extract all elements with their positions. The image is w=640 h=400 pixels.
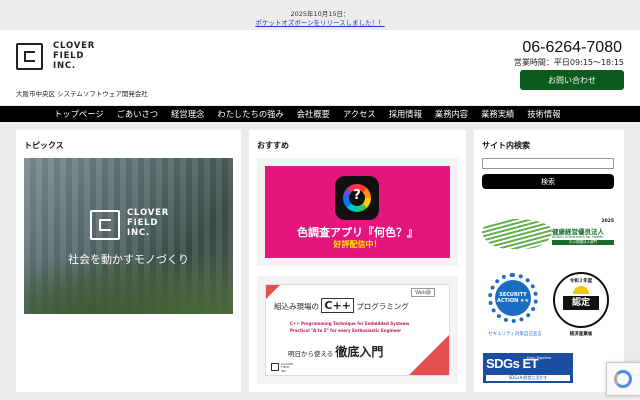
nav-item-strengths[interactable]: わたしたちの強み: [217, 108, 283, 120]
contact-button[interactable]: お問い合わせ: [520, 70, 624, 90]
hero-logo-text: CLOVER FIELD INC.: [127, 208, 169, 238]
banner2-logo-icon: [271, 363, 279, 371]
color-app-icon: ?: [335, 176, 379, 220]
hero-logo-line: INC.: [127, 228, 150, 238]
health-management-badge[interactable]: 2025 健康経営優良法人 KENKO Investment for Healt…: [482, 215, 616, 253]
logo-mark-icon: [16, 43, 43, 70]
logo-line: INC.: [53, 61, 76, 71]
certification-label: 経済産業省: [569, 332, 593, 337]
recommend-title: おすすめ: [257, 141, 289, 150]
security-label: セキュリティ対策自己宣言: [488, 332, 542, 337]
logo-text: CLOVER FIELD INC.: [53, 41, 95, 71]
phone-number[interactable]: 06-6264-7080: [522, 39, 622, 57]
sdgs-small-text: Each-Together: [527, 356, 552, 360]
security-action-badge[interactable]: SECURITY ACTION ★★: [485, 270, 543, 328]
color-app-banner[interactable]: ? 色調査アプリ『何色？』 好評配信中！: [265, 166, 450, 258]
nav-item-greeting[interactable]: ごあいさつ: [117, 108, 159, 120]
nav-item-company[interactable]: 会社概要: [297, 108, 330, 120]
headline-post: プログラミング: [356, 302, 409, 311]
health-year: 2025: [601, 219, 614, 224]
health-wave-logo: [482, 219, 552, 249]
nav-item-top[interactable]: トップページ: [54, 108, 104, 120]
web-tag: Web版: [411, 288, 435, 297]
search-button[interactable]: 検索: [482, 174, 614, 189]
announcement-bar: 2025年10月15日： ポケットオズボーンをリリースしました！！: [0, 0, 640, 30]
topics-hero-image[interactable]: CLOVER FIELD INC. 社会を動かすモノづくり: [24, 158, 233, 314]
banner2-english-2: Practical "A to Z" for every Enthusiasti…: [290, 328, 402, 333]
hero-caption: 社会を動かすモノづくり: [68, 253, 189, 266]
main-nav: トップページ ごあいさつ 経営理念 わたしたちの強み 会社概要 アクセス 採用情…: [0, 106, 640, 122]
sdgs-subtitle: SDGsを経営に活かす: [486, 375, 570, 381]
headline-pre: 組込み現場の: [274, 302, 319, 311]
tagline: 大阪市中央区 システムソフトウェア開発会社: [16, 90, 148, 98]
corner-stripe: [409, 335, 449, 375]
certification-mark: 認定: [563, 296, 599, 310]
nav-item-business[interactable]: 業務内容: [435, 108, 468, 120]
banner2-subline: 明日から使える 徹底入門: [288, 343, 383, 360]
cpp-course-banner[interactable]: Web版 組込み現場の C++ プログラミング C++ Programming …: [265, 284, 450, 376]
site-search-input[interactable]: [482, 158, 614, 169]
certification-year: 令和２年度: [569, 279, 593, 284]
nav-item-access[interactable]: アクセス: [343, 108, 376, 120]
health-english: KENKO Investment for Health: [552, 235, 604, 239]
hero-logo-icon: [90, 210, 120, 240]
banner2-logo-text: CLOVER FIELD INC.: [281, 362, 293, 373]
business-hours: 営業時間：平日09:15〜18:15: [513, 58, 624, 67]
sdgs-et-badge[interactable]: SDGs ET Each-Together SDGsを経営に活かす: [483, 353, 573, 383]
hero-logo-line: CLOVER: [127, 208, 170, 218]
certification-badge[interactable]: 令和２年度 認定: [553, 272, 609, 328]
announcement-link[interactable]: ポケットオズボーンをリリースしました！！: [255, 19, 384, 27]
logo-line: FIELD: [53, 51, 85, 61]
site-header: CLOVER FIELD INC. 大阪市中央区 システムソフトウェア開発会社 …: [0, 30, 640, 105]
nav-item-achievements[interactable]: 業務実績: [481, 108, 514, 120]
logo-line: CLOVER: [53, 41, 96, 51]
announcement-date: 2025年10月15日：: [290, 10, 350, 18]
security-action-text: SECURITY ACTION ★★: [495, 280, 531, 316]
nav-item-recruit[interactable]: 採用情報: [389, 108, 422, 120]
recaptcha-icon: [614, 370, 632, 388]
headline-cpp: C++: [321, 298, 354, 313]
site-search-title: サイト内検索: [482, 141, 530, 150]
banner1-title: 色調査アプリ『何色？』: [297, 226, 418, 239]
b2-logo-line: INC.: [281, 368, 288, 373]
sun-icon: [573, 286, 589, 294]
subline-pre: 明日から使える: [288, 350, 334, 358]
hero-logo-line: FIELD: [127, 218, 159, 228]
banner1-subtitle: 好評配信中！: [333, 240, 382, 249]
topics-title: トピックス: [24, 141, 64, 150]
nav-item-philosophy[interactable]: 経営理念: [171, 108, 204, 120]
recaptcha-badge[interactable]: [606, 362, 640, 396]
company-logo[interactable]: CLOVER FIELD INC.: [16, 41, 106, 75]
banner2-headline: 組込み現場の C++ プログラミング: [274, 298, 409, 313]
question-mark-icon: ?: [353, 188, 361, 203]
nav-item-tech[interactable]: 技術情報: [527, 108, 560, 120]
subline-big: 徹底入門: [335, 345, 384, 359]
health-category: 中小規模法人部門: [552, 240, 614, 245]
banner2-english-1: C++ Programming Technique for Embedded S…: [290, 321, 410, 326]
